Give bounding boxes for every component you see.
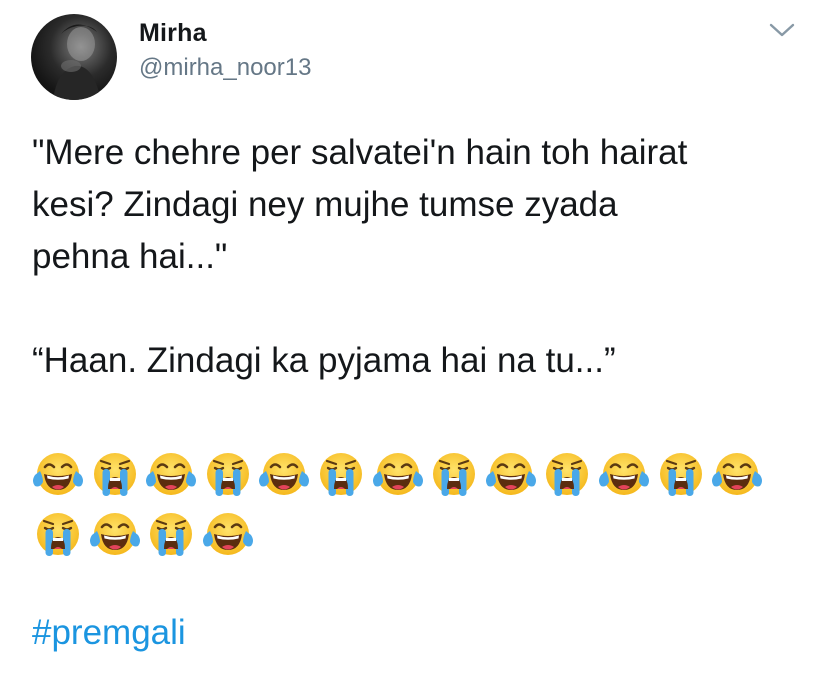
avatar[interactable] bbox=[31, 14, 117, 100]
tweet-text: "Mere chehre per salvatei'n hain toh hai… bbox=[32, 127, 812, 387]
loudly-crying-face-icon bbox=[428, 448, 480, 500]
tweet-text-line: “Haan. Zindagi ka pyjama hai na tu...” bbox=[32, 341, 616, 380]
face-with-tears-of-joy-icon bbox=[145, 448, 197, 500]
author-handle[interactable]: @mirha_noor13 bbox=[139, 54, 311, 82]
loudly-crying-face-icon bbox=[89, 448, 141, 500]
face-with-tears-of-joy-icon bbox=[32, 448, 84, 500]
loudly-crying-face-icon bbox=[655, 448, 707, 500]
loudly-crying-face-icon bbox=[32, 508, 84, 560]
loudly-crying-face-icon bbox=[315, 448, 367, 500]
tweet-card: Mirha @mirha_noor13 "Mere chehre per sal… bbox=[0, 0, 828, 693]
hashtag-link[interactable]: #premgali bbox=[32, 613, 186, 653]
loudly-crying-face-icon bbox=[145, 508, 197, 560]
chevron-down-icon[interactable] bbox=[768, 20, 796, 40]
loudly-crying-face-icon bbox=[202, 448, 254, 500]
avatar-photo-icon bbox=[53, 24, 101, 100]
face-with-tears-of-joy-icon bbox=[202, 508, 254, 560]
emoji-row bbox=[32, 508, 258, 560]
face-with-tears-of-joy-icon bbox=[598, 448, 650, 500]
tweet-text-line: pehna hai..." bbox=[32, 237, 228, 276]
face-with-tears-of-joy-icon bbox=[485, 448, 537, 500]
face-with-tears-of-joy-icon bbox=[711, 448, 763, 500]
tweet-text-line: "Mere chehre per salvatei'n hain toh hai… bbox=[32, 133, 688, 172]
tweet-text-line: kesi? Zindagi ney mujhe tumse zyada bbox=[32, 185, 618, 224]
author-display-name[interactable]: Mirha bbox=[139, 19, 207, 48]
emoji-row bbox=[32, 448, 768, 500]
loudly-crying-face-icon bbox=[541, 448, 593, 500]
face-with-tears-of-joy-icon bbox=[372, 448, 424, 500]
face-with-tears-of-joy-icon bbox=[258, 448, 310, 500]
face-with-tears-of-joy-icon bbox=[89, 508, 141, 560]
